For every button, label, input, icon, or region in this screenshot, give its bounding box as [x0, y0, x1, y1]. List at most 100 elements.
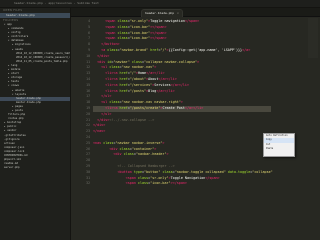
code-token: </a> [242, 48, 251, 52]
code-token: </div> [93, 123, 106, 128]
code-line[interactable]: <div class="navbar-header"> [93, 152, 169, 158]
code-token: > [166, 152, 169, 157]
tree-item[interactable]: server.php [0, 166, 70, 170]
code-token: "icon-bar" [129, 30, 151, 35]
code-token: Toggle navigation [150, 19, 185, 23]
code-token: <span [125, 181, 136, 186]
code-token: href [117, 88, 128, 93]
code-token: class [135, 175, 149, 180]
code-token: {{Config::get('app.name', 'LSAPP')}} [168, 48, 243, 52]
code-token: class [101, 140, 114, 145]
code-token: > [180, 100, 183, 105]
code-token: href [117, 82, 128, 87]
code-token: <span [105, 19, 116, 23]
code-token: class [115, 36, 128, 41]
code-token: class [115, 24, 128, 29]
code-token: "nav navbar-nav" [121, 65, 155, 70]
code-token: href [117, 71, 128, 76]
code-token: "container" [131, 146, 155, 151]
code-token: href [117, 106, 128, 110]
code-token: </div> [97, 53, 110, 58]
code-token: "icon-bar" [150, 181, 171, 186]
code-token: "/posts/create" [129, 106, 161, 110]
code-token: </a></li> [184, 106, 204, 110]
code-token: "sr-only" [150, 175, 169, 180]
code-token: "/services" [129, 82, 153, 87]
context-menu-item[interactable]: Paste [264, 147, 294, 151]
code-token: <span [125, 175, 136, 180]
code-token: class [105, 48, 118, 52]
code-line[interactable]: <a class="navbar-brand" href="/">{{Confi… [93, 48, 250, 54]
code-token: class [121, 152, 134, 157]
code-token: <li><a [105, 71, 118, 76]
code-token: Services [154, 82, 171, 87]
code-token: </a></li> [158, 77, 177, 81]
code-token: "navbar navbar-inverse" [115, 140, 163, 145]
code-token: <!--/.nav-collapse --> [109, 117, 155, 122]
tab-close-icon[interactable]: × [177, 11, 179, 15]
code-token: Create Post [162, 106, 185, 110]
editor-tab[interactable]: header.blade.php × [141, 9, 183, 17]
line-number-gutter: 4 5 6 7 8 9 10 11 12 13 14 15 16 17 18 19 20 21 22 23 24 25 26… [71, 17, 93, 240]
code-token: <li><a [105, 106, 118, 110]
code-token: class [160, 169, 173, 174]
code-token: "nav navbar-nav navbar-right" [121, 100, 181, 105]
window-title: header.blade.php - app/resources - Subli… [14, 1, 99, 5]
code-token: > [154, 146, 157, 151]
code-token: href [148, 48, 159, 52]
tab-label: header.blade.php [145, 11, 175, 15]
code-token: class [115, 30, 128, 35]
code-token: </span> [205, 175, 220, 180]
code-token: "collapse" [252, 169, 273, 174]
code-editor[interactable]: <span class="sr-only">Toggle navigation<… [93, 17, 320, 240]
code-token: </a></li> [170, 82, 189, 87]
code-line[interactable]: </nav> [93, 129, 105, 135]
code-token: </span> [184, 19, 200, 23]
code-token: "navbar-header" [135, 152, 167, 157]
sidebar: OPEN FILES header.blade.php FOLDERS ▾ ap… [0, 8, 71, 240]
code-token: </ul> [101, 94, 112, 99]
code-line[interactable]: <span class="icon-bar"></span> [93, 181, 187, 187]
code-token: ></span> [150, 36, 167, 41]
code-token: <nav [93, 140, 102, 145]
code-token: "/about" [129, 77, 147, 81]
code-token: <span [105, 30, 116, 35]
code-line[interactable]: <li><a href="/posts/create">Create Post<… [93, 106, 271, 112]
code-token: "/posts" [129, 88, 147, 93]
code-token: "icon-bar" [129, 36, 151, 41]
code-token: class [117, 146, 130, 151]
code-token: ></span> [170, 181, 187, 186]
code-token: "sr-only" [129, 19, 149, 23]
code-token: class [115, 19, 128, 23]
code-token: <li><a [105, 82, 118, 87]
code-token: <div [109, 146, 118, 151]
code-token: > [162, 140, 165, 145]
code-token: <button [117, 169, 132, 174]
code-token: </nav> [93, 129, 106, 134]
tab-bar: header.blade.php × [71, 8, 320, 17]
code-token: <li><a [105, 77, 118, 81]
minimap[interactable] [308, 18, 318, 58]
code-token: "button" [144, 169, 161, 174]
code-token: ></span> [150, 24, 167, 29]
code-token: <span [105, 36, 116, 41]
